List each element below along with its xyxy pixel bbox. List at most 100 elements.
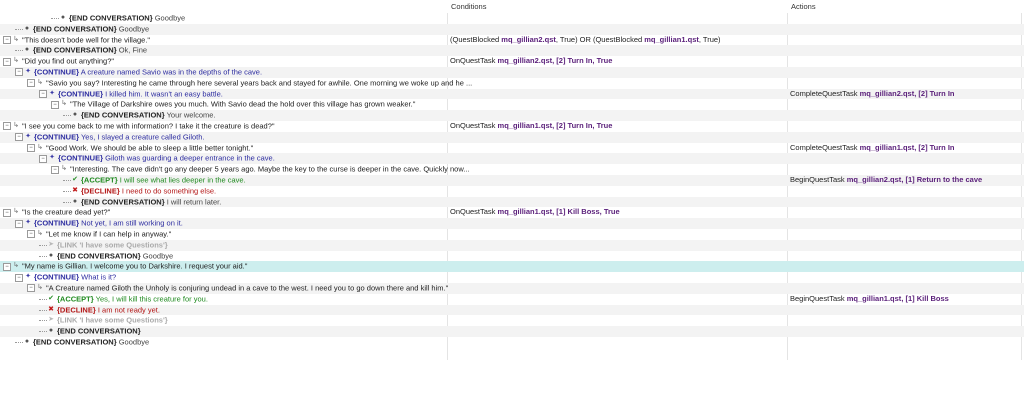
tree-connector xyxy=(39,305,47,311)
conditions-column-header[interactable]: Conditions xyxy=(451,2,486,11)
tree-row[interactable]: ✖ {DECLINE} I am not ready yet. xyxy=(0,304,1024,316)
continue-arrow-icon: ✦ xyxy=(25,219,31,227)
tree-row[interactable]: ● {END CONVERSATION} Goodbye xyxy=(0,13,1024,24)
tree-row[interactable]: ✔ {ACCEPT} I will see what lies deeper in… xyxy=(0,175,1024,186)
collapse-toggle[interactable]: − xyxy=(39,154,47,163)
dialogue-cell: − ↳ "I see you come back to me with inform… xyxy=(0,121,449,132)
response-keyword: {CONTINUE} xyxy=(58,153,104,163)
dialogue-cell: ● {END CONVERSATION} Your welcome. xyxy=(0,110,509,121)
tree-row[interactable]: − ↳ "This doesn't bode well for the villag… xyxy=(0,35,1024,46)
npc-line-text: "Did you find out anything?" xyxy=(22,56,115,66)
dialogue-cell: ● {END CONVERSATION} Goodbye xyxy=(0,337,461,348)
action-part: , [2] Turn In xyxy=(914,88,955,98)
collapse-toggle[interactable]: − xyxy=(3,208,11,217)
question-speech-icon: ↳ xyxy=(37,284,43,291)
tree-row[interactable]: ➤ {LINK 'I have some Questions'} xyxy=(0,239,1024,251)
condition-part: OnQuestTask xyxy=(450,121,498,130)
collapse-toggle[interactable]: − xyxy=(3,122,11,131)
tree-row[interactable]: − ↳ "I see you come back to me with inform… xyxy=(0,121,1024,132)
collapse-toggle[interactable]: − xyxy=(27,284,35,293)
collapse-toggle[interactable]: − xyxy=(51,165,59,174)
actions-column-header[interactable]: Actions xyxy=(791,2,816,11)
grid-header: Conditions Actions xyxy=(0,0,1024,13)
tree-row[interactable]: − ↳ "Savio you say? Interesting he came th… xyxy=(0,78,1024,89)
collapse-toggle[interactable]: − xyxy=(3,36,11,44)
collapse-toggle[interactable]: − xyxy=(15,273,23,282)
tree-row[interactable]: − ✦ {CONTINUE} What is it? xyxy=(0,272,1024,283)
conditions-cell[interactable]: OnQuestTask mq_gillian1.qst, [2] Turn In… xyxy=(450,121,786,132)
tree-row[interactable]: − ↳ "Let me know if I can help in anyway." xyxy=(0,229,1024,240)
tree-row[interactable]: ● {END CONVERSATION} Your welcome. xyxy=(0,110,1024,121)
dialogue-cell: ➤ {LINK 'I have some Questions'} xyxy=(0,240,485,251)
tree-row[interactable]: ● {END CONVERSATION} Ok, Fine xyxy=(0,45,1024,57)
npc-line-text: "The Village of Darkshire owes you much.… xyxy=(70,99,416,109)
response-text: Giloth was guarding a deeper entrance in… xyxy=(105,153,275,163)
tree-connector xyxy=(39,251,47,257)
tree-row[interactable]: − ↳ "The Village of Darkshire owes you muc… xyxy=(0,99,1024,110)
tree-connector xyxy=(63,186,71,192)
tree-row[interactable]: ● {END CONVERSATION} xyxy=(0,326,1024,337)
collapse-toggle[interactable]: − xyxy=(3,262,11,271)
tree-row[interactable]: − ↳ "Interesting. The cave didn't go any d… xyxy=(0,164,1024,175)
collapse-toggle[interactable]: − xyxy=(3,57,11,66)
question-speech-icon: ↳ xyxy=(13,262,19,270)
tree-row[interactable]: ● {END CONVERSATION} Goodbye xyxy=(0,23,1024,35)
tree-row[interactable]: − ✦ {CONTINUE} A creature named Savio was … xyxy=(0,67,1024,78)
tree-row[interactable]: ✖ {DECLINE} I need to do something else. xyxy=(0,186,1024,197)
response-keyword: {CONTINUE} xyxy=(34,67,80,77)
tree-row[interactable]: − ↳ "A Creature named Giloth the Unholy is… xyxy=(0,283,1024,294)
tree-row[interactable]: ● {END CONVERSATION} Goodbye xyxy=(0,251,1024,262)
tree-row[interactable]: − ↳ "Good Work. We should be able to sleep… xyxy=(0,143,1024,154)
dialogue-cell: ✔ {ACCEPT} I will see what lies deeper in… xyxy=(0,175,509,186)
condition-part: mq_gillian2.qst xyxy=(501,34,556,44)
tree-row[interactable]: − ↳ "Did you find out anything?" OnQuestTas… xyxy=(0,56,1024,67)
collapse-toggle[interactable]: − xyxy=(27,144,35,152)
conditions-cell[interactable]: OnQuestTask mq_gillian2.qst, [2] Turn In… xyxy=(450,56,786,67)
collapse-toggle[interactable]: − xyxy=(15,219,23,228)
dialogue-cell: − ↳ "Let me know if I can help in anyway." xyxy=(0,229,473,240)
condition-part: OnQuestTask xyxy=(450,207,498,217)
tree-row[interactable]: − ✦ {CONTINUE} I killed him. It wasn't an … xyxy=(0,88,1024,100)
collapse-toggle[interactable]: − xyxy=(15,68,23,77)
tree-row[interactable]: − ✦ {CONTINUE} Giloth was guarding a deepe… xyxy=(0,153,1024,165)
response-keyword: {DECLINE} xyxy=(81,186,120,196)
actions-cell[interactable]: CompleteQuestTask mq_gillian1.qst, [2] T… xyxy=(790,143,1022,154)
tree-row[interactable]: − ✦ {CONTINUE} Yes, I slayed a creature ca… xyxy=(0,131,1024,143)
collapse-toggle[interactable]: − xyxy=(15,133,23,142)
question-speech-icon: ↳ xyxy=(13,122,19,129)
response-keyword: {END CONVERSATION} xyxy=(33,24,117,34)
conditions-cell[interactable]: OnQuestTask mq_gillian1.qst, [1] Kill Bo… xyxy=(450,207,786,218)
dialogue-cell: − ✦ {CONTINUE} Giloth was guarding a deepe… xyxy=(0,153,485,164)
response-text: What is it? xyxy=(81,272,117,282)
actions-cell[interactable]: BeginQuestTask mq_gillian1.qst, [1] Kill… xyxy=(790,294,1022,305)
tree-row[interactable]: − ✦ {CONTINUE} Not yet, I am still working… xyxy=(0,218,1024,229)
end-dot-icon: ● xyxy=(72,197,78,205)
tree-row[interactable]: ● {END CONVERSATION} I will return later. xyxy=(0,196,1024,208)
tree-row[interactable]: − ↳ "My name is Gillian. I welcome you to … xyxy=(0,261,1024,273)
question-speech-icon: ↳ xyxy=(13,208,19,216)
conditions-cell[interactable]: (QuestBlocked mq_gillian2.qst, True) OR … xyxy=(450,35,786,46)
collapse-toggle[interactable]: − xyxy=(39,90,47,98)
tree-row[interactable]: ✔ {ACCEPT} Yes, I will kill this creature… xyxy=(0,294,1024,305)
response-text: I am not ready yet. xyxy=(97,304,160,314)
tree-row[interactable]: − ↳ "Is the creature dead yet?" OnQuestTask… xyxy=(0,207,1024,218)
npc-line-text: "I see you come back to me with informat… xyxy=(22,121,275,131)
tree-row[interactable]: ➤ {LINK 'I have some Questions'} xyxy=(0,315,1024,326)
collapse-toggle[interactable]: − xyxy=(51,100,59,109)
dialogue-cell: ✖ {DECLINE} I need to do something else. xyxy=(0,186,509,197)
dialogue-cell: − ↳ "Is the creature dead yet?" xyxy=(0,207,449,218)
collapse-toggle[interactable]: − xyxy=(27,79,35,88)
question-speech-icon: ↳ xyxy=(13,35,19,43)
action-part: , [1] Kill Boss xyxy=(901,293,949,303)
dialogue-cell: ✔ {ACCEPT} Yes, I will kill this creature… xyxy=(0,294,485,305)
end-dot-icon: ● xyxy=(24,46,30,54)
actions-cell[interactable]: CompleteQuestTask mq_gillian2.qst, [2] T… xyxy=(790,89,1022,100)
collapse-toggle[interactable]: − xyxy=(27,230,35,239)
action-part: , [2] Turn In xyxy=(914,142,955,152)
tree-row[interactable]: ● {END CONVERSATION} Goodbye xyxy=(0,337,1024,348)
tree-connector xyxy=(39,240,47,246)
actions-cell[interactable]: BeginQuestTask mq_gillian2.qst, [1] Retu… xyxy=(790,175,1022,186)
response-keyword: {END CONVERSATION} xyxy=(69,13,153,23)
response-text: Goodbye xyxy=(118,24,150,34)
end-dot-icon: ● xyxy=(24,338,30,345)
